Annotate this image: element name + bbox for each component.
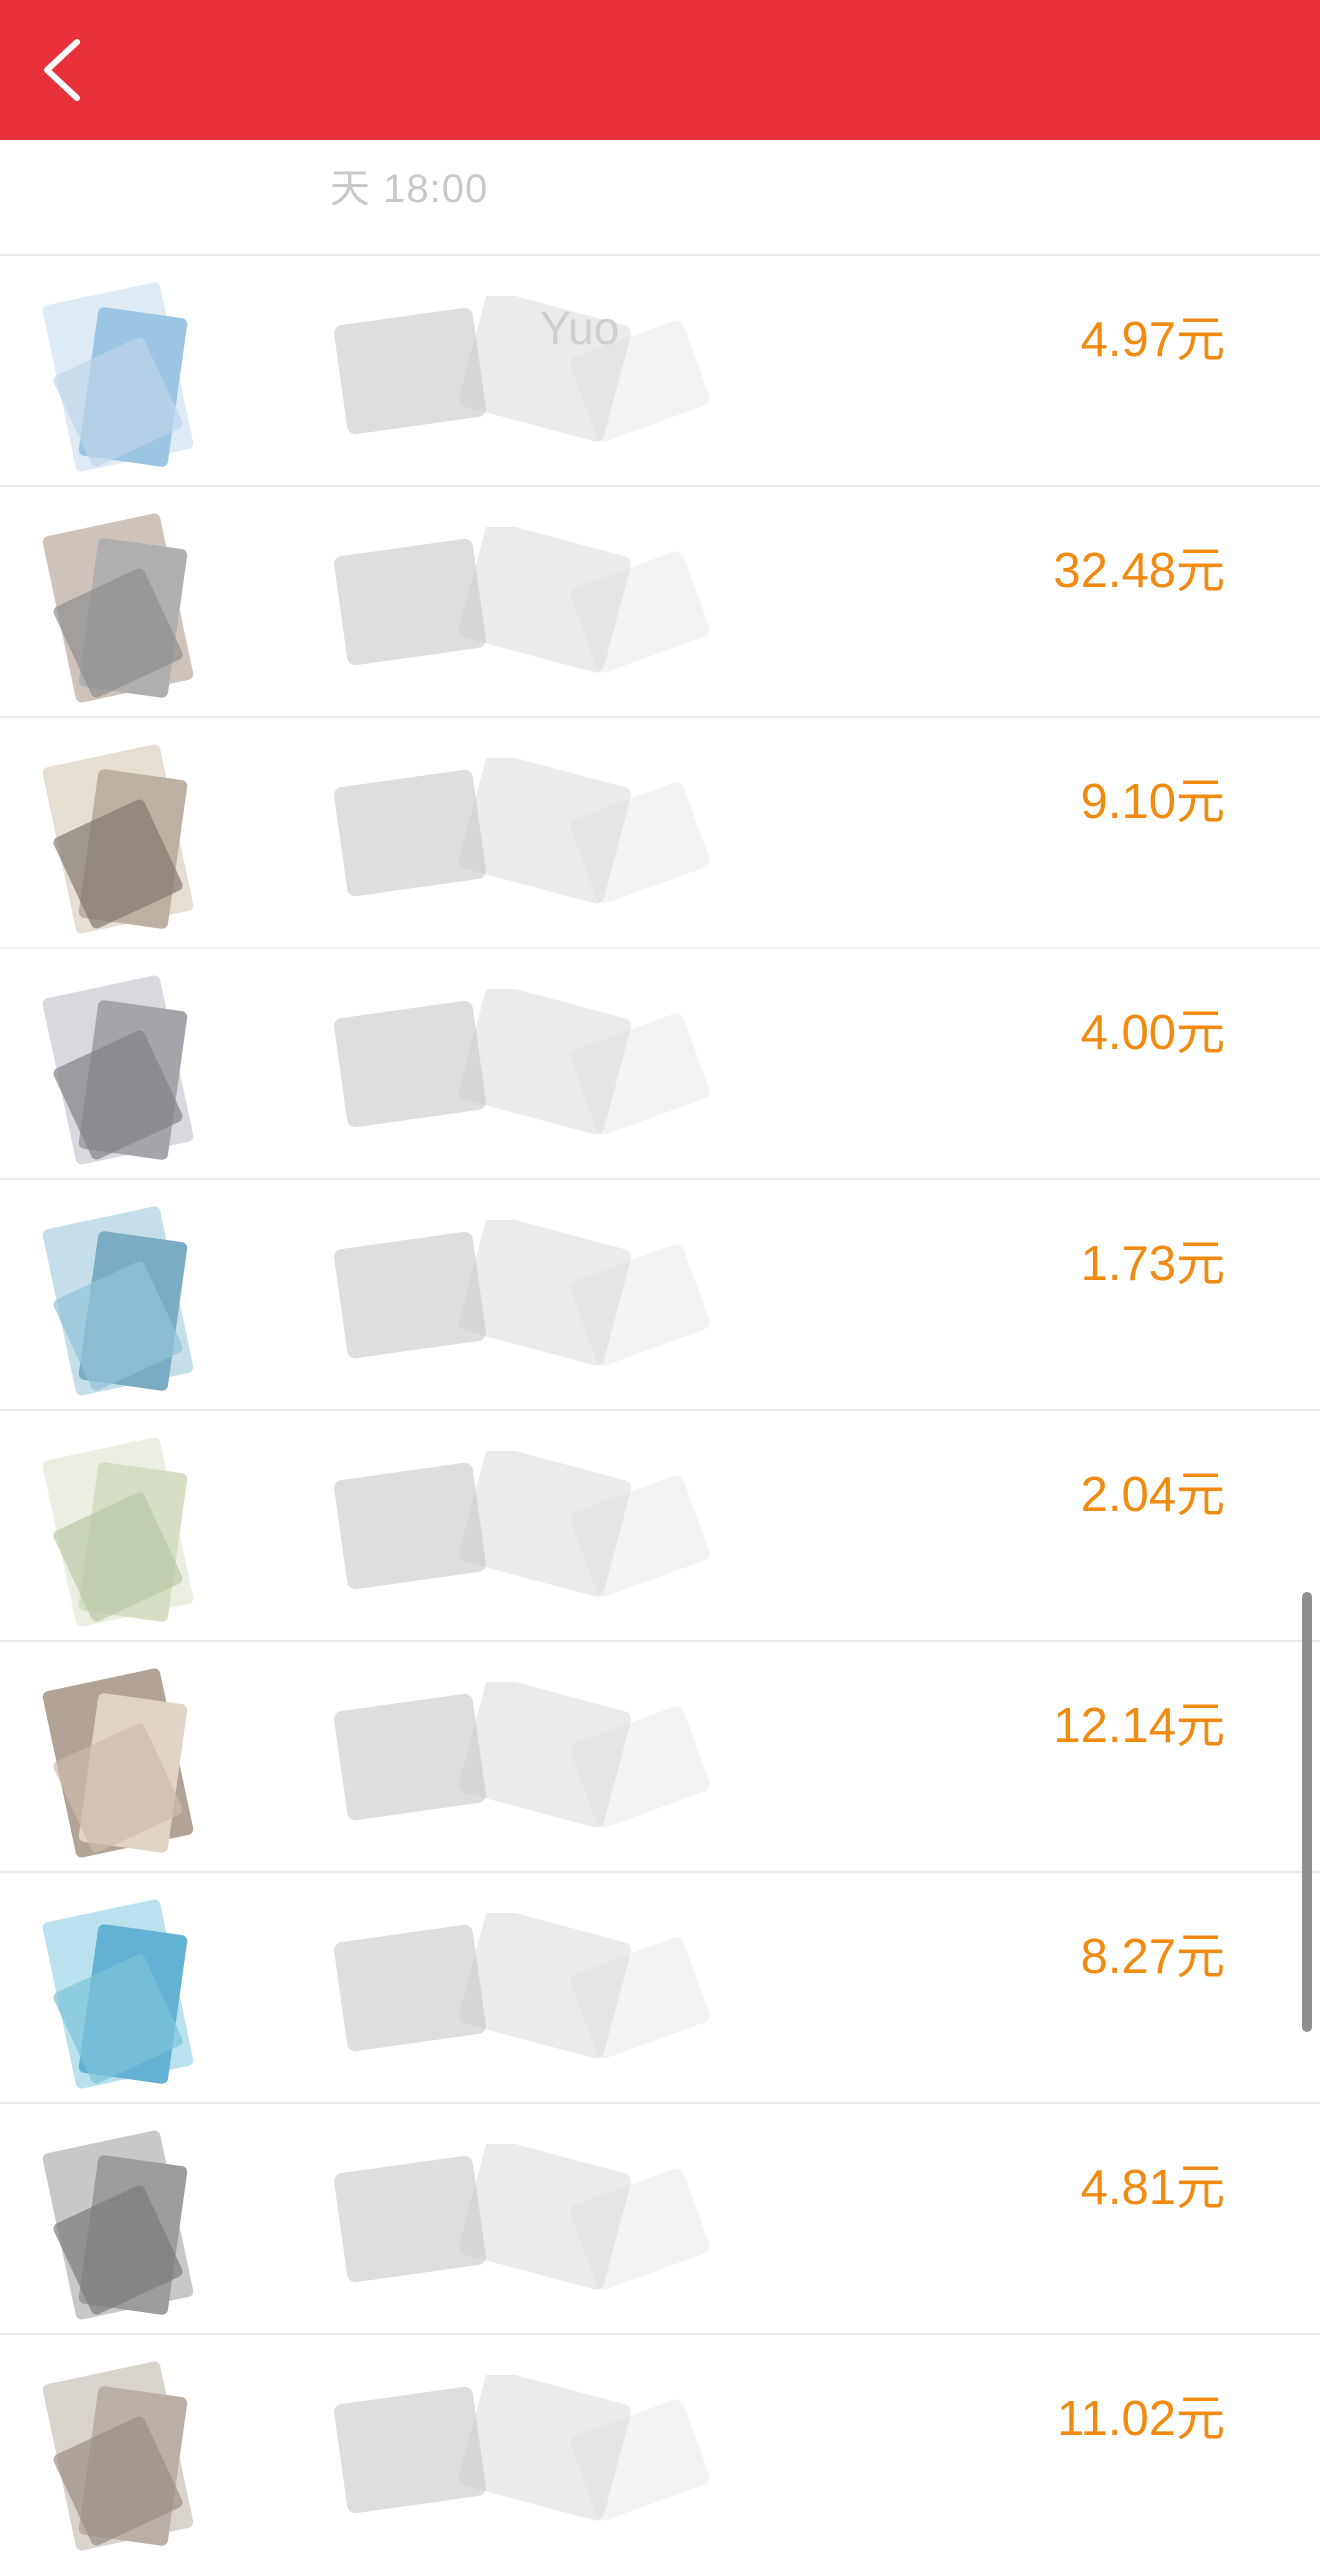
obscured-name bbox=[334, 2375, 710, 2521]
avatar bbox=[42, 1668, 194, 1858]
red-packet-detail-screen: 天 18:00 Yuo 4.97元 32.48元 9.10元 4.00元 1.73元 2.0… bbox=[0, 0, 1320, 2560]
avatar bbox=[42, 744, 194, 934]
list-item[interactable]: 4.00元 bbox=[0, 949, 1320, 1180]
received-amount: 4.81元 bbox=[1080, 2161, 1225, 2215]
list-item[interactable]: 11.02元 bbox=[0, 2335, 1320, 2560]
received-amount: 4.00元 bbox=[1080, 1006, 1225, 1060]
obscured-name bbox=[334, 2144, 710, 2290]
obscured-name bbox=[334, 527, 710, 673]
avatar bbox=[42, 1899, 194, 2089]
list-item[interactable]: 12.14元 bbox=[0, 1642, 1320, 1873]
send-time: 天 18:00 bbox=[330, 167, 489, 211]
obscured-name bbox=[334, 1682, 710, 1828]
avatar bbox=[42, 282, 194, 472]
time-row: 天 18:00 bbox=[0, 140, 1320, 256]
received-amount: 11.02元 bbox=[1057, 2392, 1225, 2446]
avatar bbox=[42, 1206, 194, 1396]
obscured-name bbox=[334, 1451, 710, 1597]
received-amount: 8.27元 bbox=[1080, 1930, 1225, 1984]
list-item[interactable]: 4.81元 bbox=[0, 2104, 1320, 2335]
list-item[interactable]: 2.04元 bbox=[0, 1411, 1320, 1642]
obscured-name bbox=[334, 989, 710, 1135]
received-amount: 9.10元 bbox=[1080, 775, 1225, 829]
recipient-list: Yuo 4.97元 32.48元 9.10元 4.00元 1.73元 2.04元 12.14元… bbox=[0, 256, 1320, 2560]
list-item[interactable]: 1.73元 bbox=[0, 1180, 1320, 1411]
avatar bbox=[42, 1437, 194, 1627]
recipient-name: Yuo bbox=[540, 302, 620, 354]
received-amount: 32.48元 bbox=[1053, 544, 1225, 598]
avatar bbox=[42, 513, 194, 703]
list-item[interactable]: 9.10元 bbox=[0, 718, 1320, 949]
scrollbar[interactable] bbox=[1302, 1592, 1312, 2032]
avatar bbox=[42, 2361, 194, 2551]
obscured-name bbox=[334, 1220, 710, 1366]
received-amount: 2.04元 bbox=[1080, 1468, 1225, 1522]
list-item[interactable]: Yuo 4.97元 bbox=[0, 256, 1320, 487]
obscured-name bbox=[334, 1913, 710, 2059]
received-amount: 12.14元 bbox=[1053, 1699, 1225, 1753]
obscured-name bbox=[334, 758, 710, 904]
received-amount: 4.97元 bbox=[1080, 313, 1225, 367]
received-amount: 1.73元 bbox=[1080, 1237, 1225, 1291]
list-item[interactable]: 32.48元 bbox=[0, 487, 1320, 718]
back-button[interactable] bbox=[22, 30, 102, 110]
obscured-name bbox=[334, 296, 710, 442]
list-item[interactable]: 8.27元 bbox=[0, 1873, 1320, 2104]
avatar bbox=[42, 975, 194, 1165]
top-bar bbox=[0, 0, 1320, 140]
avatar bbox=[42, 2130, 194, 2320]
chevron-left-icon bbox=[44, 39, 80, 101]
